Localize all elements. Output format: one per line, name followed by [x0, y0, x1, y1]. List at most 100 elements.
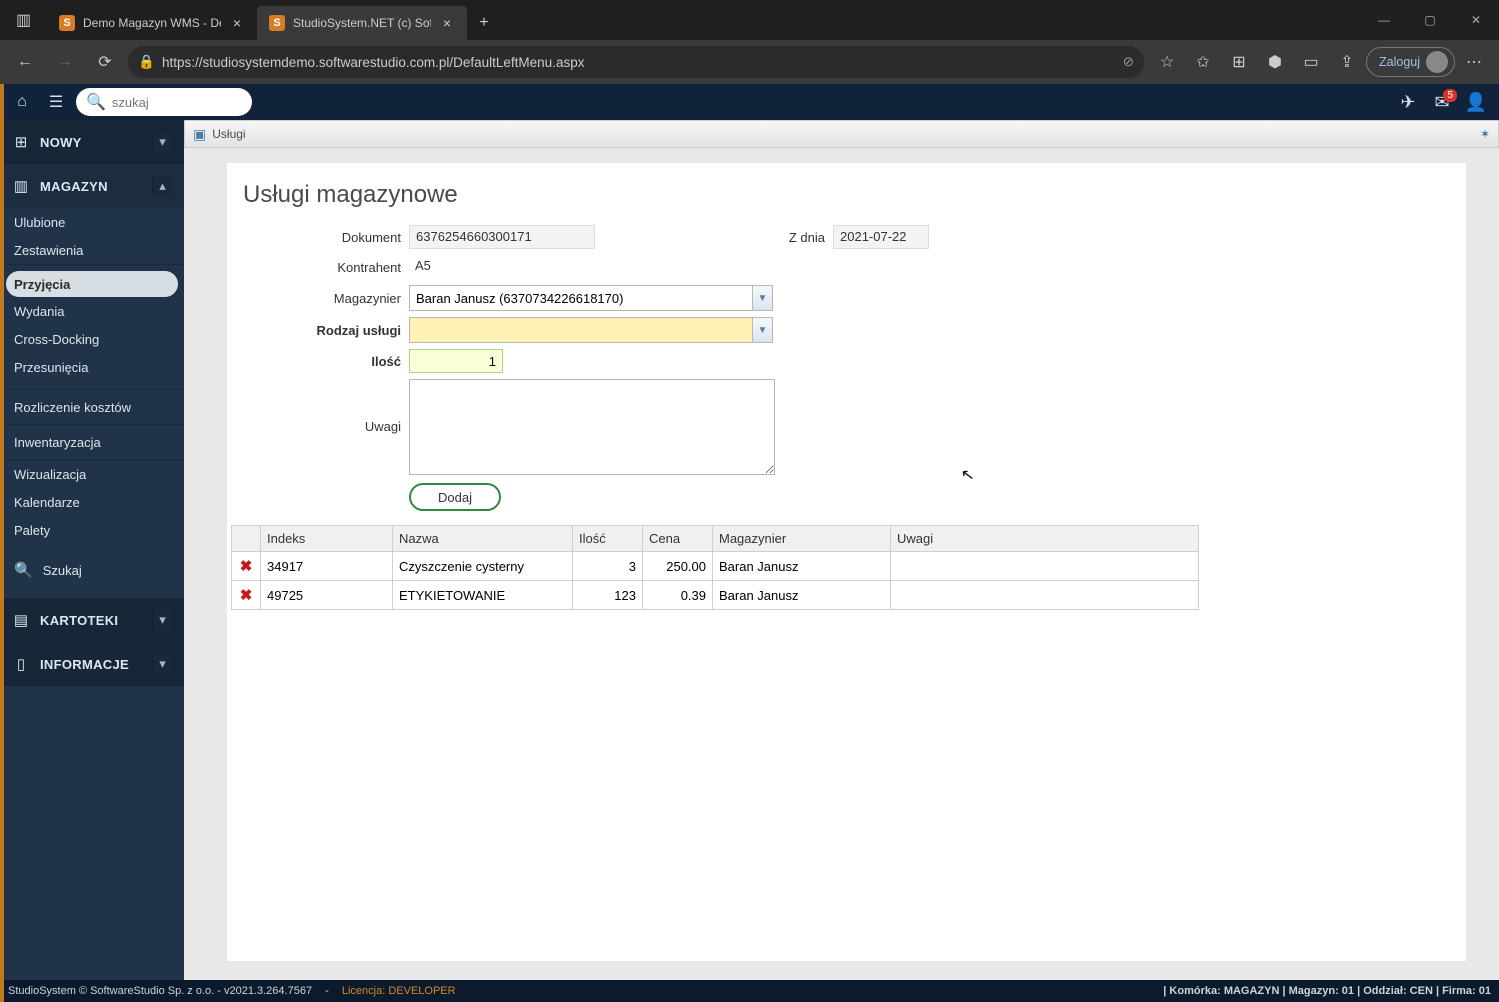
sidebar-item-crossdocking[interactable]: Cross-Docking: [0, 325, 184, 353]
home-icon[interactable]: ⌂: [8, 88, 36, 116]
favorite-icon[interactable]: ☆: [1150, 45, 1184, 79]
search-icon: 🔍: [86, 92, 106, 112]
sidebar-item-przyjecia[interactable]: Przyjęcia: [6, 271, 178, 297]
label-rodzaj: Rodzaj usługi: [227, 323, 409, 338]
cell-mag: Baran Janusz: [713, 552, 891, 581]
collections-icon[interactable]: ⊞: [1222, 45, 1256, 79]
section-label: NOWY: [40, 135, 142, 150]
forward-button[interactable]: →: [48, 45, 82, 79]
refresh-button[interactable]: ⟳: [88, 45, 122, 79]
extensions-icon[interactable]: ⬢: [1258, 45, 1292, 79]
address-bar[interactable]: 🔒 https://studiosystemdemo.softwarestudi…: [128, 46, 1144, 78]
sidebar-item-label: Inwentaryzacja: [14, 435, 101, 450]
tab-label: Demo Magazyn WMS - Demo o: [83, 16, 221, 30]
lock-icon: 🔒: [138, 54, 154, 70]
login-button[interactable]: Zaloguj: [1366, 47, 1455, 77]
sidebar-item-wizualizacja[interactable]: Wizualizacja: [0, 460, 184, 488]
panel-close-icon[interactable]: ✶: [1480, 127, 1490, 141]
sidebar-item-inwentaryzacja[interactable]: Inwentaryzacja: [0, 425, 184, 459]
th-uwagi[interactable]: Uwagi: [891, 526, 1199, 552]
browser-titlebar: ▥ S Demo Magazyn WMS - Demo o × S Studio…: [0, 0, 1499, 40]
chevron-up-icon[interactable]: ▴: [152, 176, 172, 196]
layers-icon: ▣: [193, 126, 206, 143]
table-row[interactable]: ✖ 34917 Czyszczenie cysterny 3 250.00 Ba…: [232, 552, 1199, 581]
sidebar-item-label: Rozliczenie kosztów: [14, 400, 131, 415]
window-controls: — ▢ ✕: [1361, 0, 1499, 40]
sidebar-item-label: Ulubione: [14, 215, 65, 230]
browser-tab-0[interactable]: S Demo Magazyn WMS - Demo o ×: [47, 6, 257, 40]
sidebar-item-przesuniecia[interactable]: Przesunięcia: [0, 353, 184, 381]
cards-icon: ▤: [12, 611, 30, 629]
delete-icon[interactable]: ✖: [238, 557, 254, 575]
label-zdnia: Z dnia: [773, 230, 833, 245]
add-button[interactable]: Dodaj: [409, 483, 501, 511]
status-right: | Komórka: MAGAZYN | Magazyn: 01 | Oddzi…: [1163, 985, 1491, 997]
app-search-input[interactable]: [112, 95, 288, 110]
combo-rodzaj-input[interactable]: [410, 318, 752, 342]
sidebar-item-ulubione[interactable]: Ulubione: [0, 208, 184, 236]
sidebar: ⊞ NOWY ▾ ▥ MAGAZYN ▴ Ulubione Zestawieni…: [0, 120, 184, 980]
close-icon[interactable]: ×: [439, 15, 455, 31]
table-row[interactable]: ✖ 49725 ETYKIETOWANIE 123 0.39 Baran Jan…: [232, 581, 1199, 610]
th-magazynier[interactable]: Magazynier: [713, 526, 891, 552]
cell-uwagi: [891, 552, 1199, 581]
accent-bar: [0, 84, 4, 1002]
chevron-down-icon[interactable]: ▼: [752, 318, 772, 342]
tab-actions-icon[interactable]: ▥: [0, 0, 47, 40]
site-info-icon[interactable]: ⊘: [1123, 54, 1134, 70]
status-lic-val: DEVELOPER: [388, 985, 455, 997]
sidebar-item-palety[interactable]: Palety: [0, 516, 184, 544]
app-search[interactable]: 🔍: [76, 88, 252, 116]
sidebar-item-zestawienia[interactable]: Zestawienia: [0, 236, 184, 264]
chevron-down-icon[interactable]: ▾: [152, 610, 172, 630]
chevron-down-icon[interactable]: ▼: [752, 286, 772, 310]
th-indeks[interactable]: Indeks: [261, 526, 393, 552]
th-cena[interactable]: Cena: [643, 526, 713, 552]
cell-cena: 250.00: [643, 552, 713, 581]
sidebar-search[interactable]: 🔍 Szukaj: [0, 550, 184, 590]
favorites-bar-icon[interactable]: ✩: [1186, 45, 1220, 79]
browser-tab-1[interactable]: S StudioSystem.NET (c) SoftwareSt ×: [257, 6, 467, 40]
sidebar-section-informacje[interactable]: ▯ INFORMACJE ▾: [0, 642, 184, 686]
avatar-icon: [1426, 51, 1448, 73]
sidebar-section-magazyn[interactable]: ▥ MAGAZYN ▴: [0, 164, 184, 208]
minimize-button[interactable]: —: [1361, 0, 1407, 40]
sidebar-item-kalendarze[interactable]: Kalendarze: [0, 488, 184, 516]
chevron-down-icon[interactable]: ▾: [152, 654, 172, 674]
sidebar-item-wydania[interactable]: Wydania: [0, 297, 184, 325]
combo-rodzaj[interactable]: ▼: [409, 317, 773, 343]
combo-magazynier[interactable]: ▼: [409, 285, 773, 311]
back-button[interactable]: ←: [8, 45, 42, 79]
status-lic-label: Licencja:: [342, 985, 385, 997]
sidebar-section-nowy[interactable]: ⊞ NOWY ▾: [0, 120, 184, 164]
sidebar-item-rozliczenie[interactable]: Rozliczenie kosztów: [0, 390, 184, 424]
label-uwagi: Uwagi: [227, 379, 409, 434]
delete-icon[interactable]: ✖: [238, 586, 254, 604]
sidebar-section-kartoteki[interactable]: ▤ KARTOTEKI ▾: [0, 598, 184, 642]
menu-toggle-icon[interactable]: ☰: [42, 88, 70, 116]
reader-icon[interactable]: ▭: [1294, 45, 1328, 79]
share-icon[interactable]: ⇪: [1330, 45, 1364, 79]
maximize-button[interactable]: ▢: [1407, 0, 1453, 40]
textarea-uwagi[interactable]: [409, 379, 775, 475]
user-icon[interactable]: 👤: [1461, 87, 1491, 117]
new-tab-button[interactable]: +: [467, 6, 501, 40]
input-ilosc[interactable]: [409, 349, 503, 373]
warehouse-icon: ▥: [12, 177, 30, 195]
th-nazwa[interactable]: Nazwa: [393, 526, 573, 552]
favicon-icon: S: [269, 15, 285, 31]
section-label: INFORMACJE: [40, 657, 142, 672]
sidebar-item-label: Wizualizacja: [14, 467, 86, 482]
label-magazynier: Magazynier: [227, 291, 409, 306]
status-bar: StudioSystem © SoftwareStudio Sp. z o.o.…: [0, 980, 1499, 1002]
window-close-button[interactable]: ✕: [1453, 0, 1499, 40]
sidebar-item-label: Przyjęcia: [14, 277, 70, 292]
combo-magazynier-input[interactable]: [410, 286, 752, 310]
chevron-down-icon[interactable]: ▾: [152, 132, 172, 152]
tab-label: StudioSystem.NET (c) SoftwareSt: [293, 16, 431, 30]
plane-icon[interactable]: ✈: [1393, 87, 1423, 117]
th-ilosc[interactable]: Ilość: [573, 526, 643, 552]
menu-icon[interactable]: ⋯: [1457, 45, 1491, 79]
mail-icon[interactable]: ✉ 5: [1427, 87, 1457, 117]
close-icon[interactable]: ×: [229, 15, 245, 31]
